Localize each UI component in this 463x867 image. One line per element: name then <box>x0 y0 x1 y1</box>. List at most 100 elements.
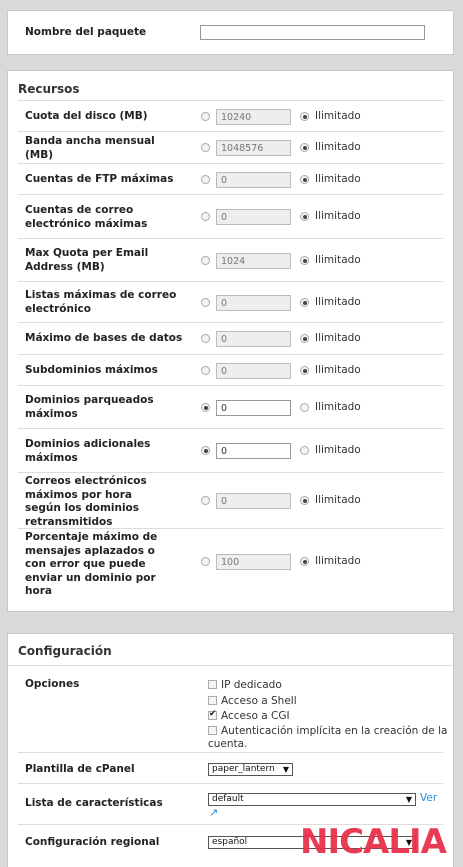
resource-value-input[interactable]: 0 <box>216 493 291 509</box>
resource-row: Dominios adicionales máximos 0 Ilimitado <box>18 429 443 473</box>
unlimited-label: Ilimitado <box>315 210 361 222</box>
unlimited-radio[interactable] <box>300 366 309 375</box>
custom-value-radio[interactable] <box>201 143 210 152</box>
resource-value-input[interactable]: 100 <box>216 554 291 570</box>
resource-value-input[interactable]: 0 <box>216 331 291 347</box>
unlimited-radio[interactable] <box>300 175 309 184</box>
locale-label: Configuración regional <box>25 836 160 848</box>
cpanel-theme-select[interactable]: paper_lantern ▼ <box>208 763 293 776</box>
nicalia-logo: NICALIA <box>300 822 447 862</box>
custom-value-radio[interactable] <box>201 112 210 121</box>
feature-list-row: Lista de características default ▼ Ver ↗ <box>18 784 443 825</box>
option-cgi-access[interactable]: Acceso a CGI <box>208 709 290 722</box>
resource-label: Correos electrónicos máximos por hora se… <box>25 475 147 528</box>
resource-row: Max Quota per Email Address (MB) 1024 Ilim… <box>18 239 443 282</box>
view-feature-list-link[interactable]: Ver <box>420 792 437 804</box>
feature-list-select[interactable]: default ▼ <box>208 793 416 806</box>
resource-value-input[interactable]: 10240 <box>216 109 291 125</box>
unlimited-radio[interactable] <box>300 496 309 505</box>
unlimited-label: Ilimitado <box>315 401 361 413</box>
custom-value-radio[interactable] <box>201 446 210 455</box>
custom-value-radio[interactable] <box>201 557 210 566</box>
package-name-row: Nombre del paquete <box>18 11 443 54</box>
cpanel-theme-label: Plantilla de cPanel <box>25 763 135 775</box>
option-shell-access[interactable]: Acceso a Shell <box>208 695 297 707</box>
resource-row: Banda ancha mensual (MB) 1048576 Ilimitado <box>18 132 443 164</box>
resources-panel: Recursos Cuota del disco (MB) 10240 Ilimit… <box>7 70 454 612</box>
custom-value-radio[interactable] <box>201 175 210 184</box>
resource-value-input[interactable]: 1024 <box>216 253 291 269</box>
unlimited-radio[interactable] <box>300 446 309 455</box>
resource-label: Cuentas de correo electrónico máximas <box>25 204 148 230</box>
options-row: Opciones IP dedicado Acceso a Shell Acce… <box>18 666 447 753</box>
resource-row: Correos electrónicos máximos por hora se… <box>18 473 443 529</box>
external-link-icon[interactable]: ↗ <box>209 806 218 819</box>
options-label: Opciones <box>25 678 80 690</box>
unlimited-label: Ilimitado <box>315 141 361 153</box>
checkbox-icon[interactable] <box>208 680 217 689</box>
unlimited-radio[interactable] <box>300 112 309 121</box>
resource-label: Subdominios máximos <box>25 364 158 376</box>
option-digest-auth[interactable]: Autenticación implícita en la creación d… <box>208 725 448 751</box>
resource-row: Cuota del disco (MB) 10240 Ilimitado <box>18 100 443 132</box>
custom-value-radio[interactable] <box>201 256 210 265</box>
unlimited-label: Ilimitado <box>315 555 361 567</box>
unlimited-label: Ilimitado <box>315 173 361 185</box>
unlimited-radio[interactable] <box>300 298 309 307</box>
resource-row: Porcentaje máximo de mensajes aplazados … <box>18 529 443 597</box>
dropdown-arrow-icon: ▼ <box>405 795 412 804</box>
custom-value-radio[interactable] <box>201 496 210 505</box>
resource-value-input[interactable]: 0 <box>216 363 291 379</box>
unlimited-radio[interactable] <box>300 212 309 221</box>
resource-value-input[interactable]: 0 <box>216 209 291 225</box>
checkbox-icon[interactable] <box>208 726 217 735</box>
resource-row: Subdominios máximos 0 Ilimitado <box>18 355 443 386</box>
resource-label: Cuentas de FTP máximas <box>25 173 174 185</box>
resource-value-input[interactable]: 0 <box>216 172 291 188</box>
unlimited-radio[interactable] <box>300 143 309 152</box>
resource-label: Porcentaje máximo de mensajes aplazados … <box>25 531 158 597</box>
resource-row: Listas máximas de correo electrónico 0 Ili… <box>18 282 443 323</box>
resource-label: Listas máximas de correo electrónico <box>25 289 177 315</box>
resource-row: Cuentas de correo electrónico máximas 0 Il… <box>18 195 443 239</box>
unlimited-radio[interactable] <box>300 403 309 412</box>
unlimited-label: Ilimitado <box>315 444 361 456</box>
resource-label: Cuota del disco (MB) <box>25 110 148 122</box>
feature-list-label: Lista de características <box>25 797 163 809</box>
unlimited-radio[interactable] <box>300 557 309 566</box>
unlimited-label: Ilimitado <box>315 296 361 308</box>
checkbox-icon[interactable] <box>208 696 217 705</box>
unlimited-label: Ilimitado <box>315 332 361 344</box>
resource-row: Máximo de bases de datos 0 Ilimitado <box>18 323 443 355</box>
unlimited-radio[interactable] <box>300 334 309 343</box>
package-name-label: Nombre del paquete <box>25 26 147 38</box>
resource-value-input[interactable]: 0 <box>216 400 291 416</box>
package-name-input[interactable] <box>200 25 425 40</box>
settings-title: Configuración <box>8 634 453 666</box>
resource-row: Dominios parqueados máximos 0 Ilimitado <box>18 386 443 429</box>
custom-value-radio[interactable] <box>201 212 210 221</box>
cpanel-theme-row: Plantilla de cPanel paper_lantern ▼ <box>18 753 443 784</box>
resource-label: Dominios parqueados máximos <box>25 394 154 420</box>
custom-value-radio[interactable] <box>201 298 210 307</box>
resource-value-input[interactable]: 1048576 <box>216 140 291 156</box>
custom-value-radio[interactable] <box>201 334 210 343</box>
resource-label: Banda ancha mensual (MB) <box>25 135 155 161</box>
resource-row: Cuentas de FTP máximas 0 Ilimitado <box>18 164 443 195</box>
unlimited-label: Ilimitado <box>315 254 361 266</box>
unlimited-radio[interactable] <box>300 256 309 265</box>
resource-label: Máximo de bases de datos <box>25 332 183 344</box>
resource-value-input[interactable]: 0 <box>216 295 291 311</box>
checkbox-checked-icon[interactable] <box>208 709 217 720</box>
option-dedicated-ip[interactable]: IP dedicado <box>208 679 282 691</box>
unlimited-label: Ilimitado <box>315 110 361 122</box>
resource-value-input[interactable]: 0 <box>216 443 291 459</box>
resources-rows: Cuota del disco (MB) 10240 Ilimitado Banda … <box>8 100 453 597</box>
unlimited-label: Ilimitado <box>315 494 361 506</box>
unlimited-label: Ilimitado <box>315 364 361 376</box>
custom-value-radio[interactable] <box>201 403 210 412</box>
resource-label: Dominios adicionales máximos <box>25 438 151 464</box>
resource-label: Max Quota per Email Address (MB) <box>25 247 149 273</box>
custom-value-radio[interactable] <box>201 366 210 375</box>
package-name-panel: Nombre del paquete <box>7 10 454 55</box>
